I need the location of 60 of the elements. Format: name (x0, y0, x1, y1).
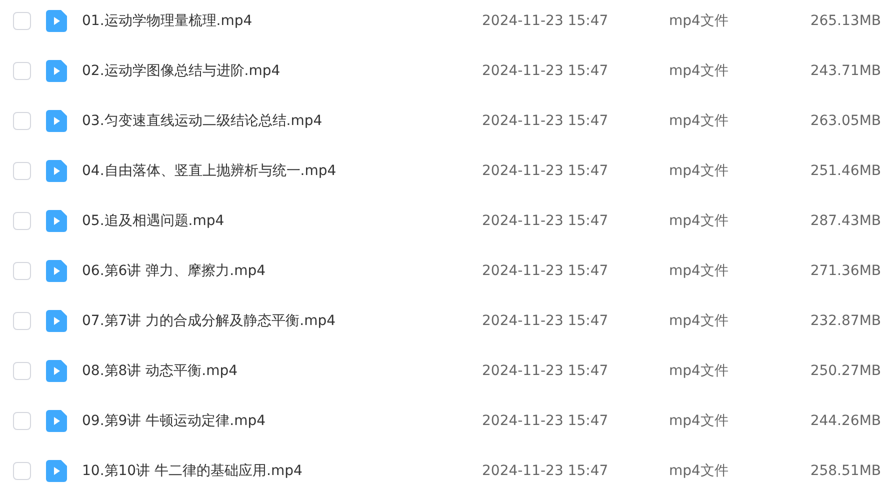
modified-date: 2024-11-23 15:47 (482, 412, 610, 430)
video-file-icon (46, 10, 67, 32)
video-file-icon (46, 460, 67, 482)
file-size: 251.46MB (810, 162, 881, 180)
file-size: 287.43MB (810, 212, 881, 230)
file-type: mp4文件 (669, 162, 730, 180)
file-name[interactable]: 10.第10讲 牛二律的基础应用.mp4 (82, 460, 482, 482)
checkbox[interactable] (13, 412, 31, 430)
file-type: mp4文件 (669, 312, 730, 330)
modified-date: 2024-11-23 15:47 (482, 112, 610, 130)
file-name[interactable]: 06.第6讲 弹力、摩擦力.mp4 (82, 260, 482, 282)
file-name[interactable]: 05.追及相遇问题.mp4 (82, 210, 482, 232)
file-name[interactable]: 03.匀变速直线运动二级结论总结.mp4 (82, 110, 482, 132)
video-file-icon (46, 210, 67, 232)
modified-date: 2024-11-23 15:47 (482, 312, 610, 330)
checkbox[interactable] (13, 212, 31, 230)
checkbox[interactable] (13, 362, 31, 380)
file-type: mp4文件 (669, 212, 730, 230)
file-name[interactable]: 04.自由落体、竖直上抛辨析与统一.mp4 (82, 160, 482, 182)
checkbox[interactable] (13, 262, 31, 280)
modified-date: 2024-11-23 15:47 (482, 362, 610, 380)
file-type: mp4文件 (669, 412, 730, 430)
video-file-icon (46, 110, 67, 132)
file-name[interactable]: 07.第7讲 力的合成分解及静态平衡.mp4 (82, 310, 482, 332)
checkbox[interactable] (13, 62, 31, 80)
checkbox[interactable] (13, 112, 31, 130)
modified-date: 2024-11-23 15:47 (482, 462, 610, 480)
video-file-icon (46, 260, 67, 282)
checkbox[interactable] (13, 162, 31, 180)
file-size: 271.36MB (810, 262, 881, 280)
file-name[interactable]: 09.第9讲 牛顿运动定律.mp4 (82, 410, 482, 432)
file-type: mp4文件 (669, 362, 730, 380)
file-size: 243.71MB (810, 62, 881, 80)
modified-date: 2024-11-23 15:47 (482, 162, 610, 180)
file-type: mp4文件 (669, 112, 730, 130)
file-type: mp4文件 (669, 12, 730, 30)
file-type: mp4文件 (669, 262, 730, 280)
modified-date: 2024-11-23 15:47 (482, 62, 610, 80)
file-size: 258.51MB (810, 462, 881, 480)
modified-date: 2024-11-23 15:47 (482, 262, 610, 280)
video-file-icon (46, 310, 67, 332)
file-type: mp4文件 (669, 62, 730, 80)
file-name[interactable]: 08.第8讲 动态平衡.mp4 (82, 360, 482, 382)
video-file-icon (46, 60, 67, 82)
file-size: 265.13MB (810, 12, 881, 30)
video-file-icon (46, 160, 67, 182)
file-name[interactable]: 02.运动学图像总结与进阶.mp4 (82, 60, 482, 82)
file-type: mp4文件 (669, 462, 730, 480)
file-size: 263.05MB (810, 112, 881, 130)
file-size: 244.26MB (810, 412, 881, 430)
modified-date: 2024-11-23 15:47 (482, 212, 610, 230)
video-file-icon (46, 410, 67, 432)
file-size: 232.87MB (810, 312, 881, 330)
file-name[interactable]: 01.运动学物理量梳理.mp4 (82, 10, 482, 32)
file-size: 250.27MB (810, 362, 881, 380)
checkbox[interactable] (13, 12, 31, 30)
checkbox[interactable] (13, 312, 31, 330)
checkbox[interactable] (13, 462, 31, 480)
modified-date: 2024-11-23 15:47 (482, 12, 610, 30)
video-file-icon (46, 360, 67, 382)
